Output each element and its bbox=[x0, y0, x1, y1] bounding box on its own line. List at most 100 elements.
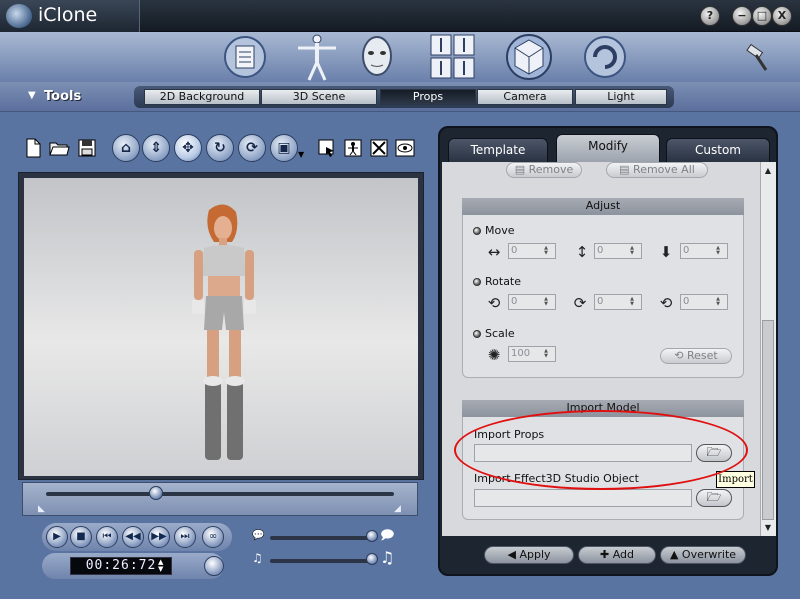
orbit-icon[interactable]: ⟳ bbox=[238, 134, 266, 162]
add-plus-icon: ✚ bbox=[599, 548, 613, 561]
scale-input[interactable]: 100 bbox=[508, 346, 556, 362]
scroll-up-icon[interactable]: ▲ bbox=[761, 164, 775, 178]
maximize-button[interactable]: □ bbox=[752, 6, 772, 26]
new-file-icon[interactable] bbox=[22, 137, 44, 159]
move-vertical-icon[interactable]: ⇕ bbox=[142, 134, 170, 162]
stop-icon[interactable]: ■ bbox=[70, 526, 92, 548]
voice-settings-icon[interactable]: 🗩 bbox=[380, 526, 394, 548]
import-effect3d-browse-button[interactable]: 🗁 bbox=[696, 489, 732, 507]
tools-arrow-icon[interactable]: ▼ bbox=[28, 90, 36, 101]
export-icon[interactable] bbox=[578, 30, 632, 84]
rotate-label: Rotate bbox=[485, 275, 522, 288]
tab-2d-background[interactable]: 2D Background bbox=[144, 89, 260, 105]
tab-custom[interactable]: Custom bbox=[666, 138, 770, 162]
rotate-icon[interactable]: ↻ bbox=[206, 134, 234, 162]
play-icon[interactable]: ▶ bbox=[46, 526, 68, 548]
move-y-input[interactable]: 0 bbox=[594, 243, 642, 259]
rotate-x-input[interactable]: 0 bbox=[508, 294, 556, 310]
tab-light[interactable]: Light bbox=[575, 89, 667, 105]
minimize-button[interactable]: − bbox=[732, 6, 752, 26]
timeline-end-marker-icon[interactable]: ◢ bbox=[394, 504, 401, 514]
music-volume-track[interactable] bbox=[270, 559, 374, 563]
overwrite-button[interactable]: ▲ Overwrite bbox=[660, 546, 746, 564]
move-z-input[interactable]: 0 bbox=[680, 243, 728, 259]
tab-3d-scene[interactable]: 3D Scene bbox=[261, 89, 377, 105]
home-view-icon[interactable]: ⌂ bbox=[112, 134, 140, 162]
time-spinner-icon[interactable]: ▲ ▼ bbox=[158, 559, 163, 573]
tab-props[interactable]: Props bbox=[380, 89, 476, 105]
rotate-radio[interactable] bbox=[473, 278, 481, 286]
reset-button[interactable]: ⟲ Reset bbox=[660, 348, 732, 364]
highlight-annotation bbox=[454, 410, 748, 490]
character-model[interactable] bbox=[174, 200, 274, 470]
import-effect3d-path-field[interactable] bbox=[474, 489, 692, 507]
project-icon[interactable] bbox=[218, 30, 272, 84]
fit-view-icon[interactable] bbox=[368, 137, 390, 159]
reset-icon: ⟲ bbox=[674, 349, 687, 362]
preview-eye-icon[interactable] bbox=[394, 137, 416, 159]
actor-icon[interactable] bbox=[290, 30, 344, 84]
close-button[interactable]: X bbox=[772, 6, 792, 26]
scale-label: Scale bbox=[485, 327, 515, 340]
fast-forward-icon[interactable]: ▶▶ bbox=[148, 526, 170, 548]
scale-icon: ✺ bbox=[487, 346, 501, 364]
pose-icon[interactable] bbox=[342, 137, 364, 159]
speech-icon: 💬 bbox=[252, 530, 265, 541]
3d-viewport[interactable] bbox=[24, 178, 418, 476]
music-note-icon: ♫ bbox=[252, 551, 263, 565]
timeline-scrubber[interactable] bbox=[149, 486, 163, 500]
rotate-z-input[interactable]: 0 bbox=[680, 294, 728, 310]
move-x-icon: ↔ bbox=[487, 243, 501, 261]
motion-icon[interactable] bbox=[426, 30, 480, 84]
rewind-icon[interactable]: ◀◀ bbox=[122, 526, 144, 548]
folder-open-icon: 🗁 bbox=[706, 490, 722, 504]
tab-template[interactable]: Template bbox=[448, 138, 548, 162]
props-icon[interactable] bbox=[502, 30, 556, 84]
add-button[interactable]: ✚ Add bbox=[578, 546, 656, 564]
rotate-y-input[interactable]: 0 bbox=[594, 294, 642, 310]
timeline-start-marker-icon[interactable]: ◣ bbox=[38, 504, 45, 514]
voice-volume-knob[interactable] bbox=[366, 530, 378, 542]
apply-arrow-icon: ◀ bbox=[507, 548, 520, 561]
overwrite-arrow-icon: ▲ bbox=[669, 548, 682, 561]
remove-all-icon: ▤ bbox=[619, 163, 634, 176]
iclone-logo-icon bbox=[6, 4, 32, 28]
adjust-header: Adjust bbox=[462, 198, 744, 215]
face-icon[interactable] bbox=[350, 30, 404, 84]
remove-all-button[interactable]: ▤ Remove All bbox=[606, 162, 708, 178]
go-start-icon[interactable]: ⏮ bbox=[96, 526, 118, 548]
timeline-track[interactable] bbox=[46, 492, 394, 496]
move-radio[interactable] bbox=[473, 227, 481, 235]
tools-label[interactable]: Tools bbox=[44, 89, 81, 104]
rotate-x-icon: ⟲ bbox=[487, 294, 501, 312]
rotate-y-icon: ⟳ bbox=[573, 294, 587, 312]
move-label: Move bbox=[485, 224, 515, 237]
scale-radio[interactable] bbox=[473, 330, 481, 338]
import-tooltip: Import bbox=[716, 471, 755, 488]
time-display[interactable]: 00:26:72 bbox=[70, 557, 172, 575]
tab-modify[interactable]: Modify bbox=[556, 134, 660, 162]
scrollbar-thumb[interactable] bbox=[762, 320, 774, 520]
open-folder-icon[interactable] bbox=[48, 137, 70, 159]
music-settings-icon[interactable]: ♫ bbox=[380, 548, 394, 567]
move-y-icon: ↕ bbox=[575, 243, 589, 261]
apply-button[interactable]: ◀ Apply bbox=[484, 546, 574, 564]
loop-icon[interactable]: ∞ bbox=[202, 526, 224, 548]
help-button[interactable]: ? bbox=[700, 6, 720, 26]
clock-icon[interactable] bbox=[204, 556, 224, 576]
move-x-input[interactable]: 0 bbox=[508, 243, 556, 259]
scroll-down-icon[interactable]: ▼ bbox=[761, 521, 775, 535]
save-icon[interactable] bbox=[76, 137, 98, 159]
view-cube-icon[interactable]: ▣ bbox=[270, 134, 298, 162]
hammer-icon[interactable] bbox=[744, 44, 772, 72]
view-dropdown-icon[interactable]: ▼ bbox=[298, 150, 304, 159]
select-icon[interactable] bbox=[316, 137, 338, 159]
music-volume-knob[interactable] bbox=[366, 553, 378, 565]
remove-button[interactable]: ▤ Remove bbox=[506, 162, 582, 178]
go-end-icon[interactable]: ⏭ bbox=[174, 526, 196, 548]
remove-icon: ▤ bbox=[514, 163, 529, 176]
tab-camera[interactable]: Camera bbox=[477, 89, 573, 105]
voice-volume-track[interactable] bbox=[270, 536, 374, 540]
timeline-bar bbox=[22, 482, 418, 516]
move-all-icon[interactable]: ✥ bbox=[174, 134, 202, 162]
